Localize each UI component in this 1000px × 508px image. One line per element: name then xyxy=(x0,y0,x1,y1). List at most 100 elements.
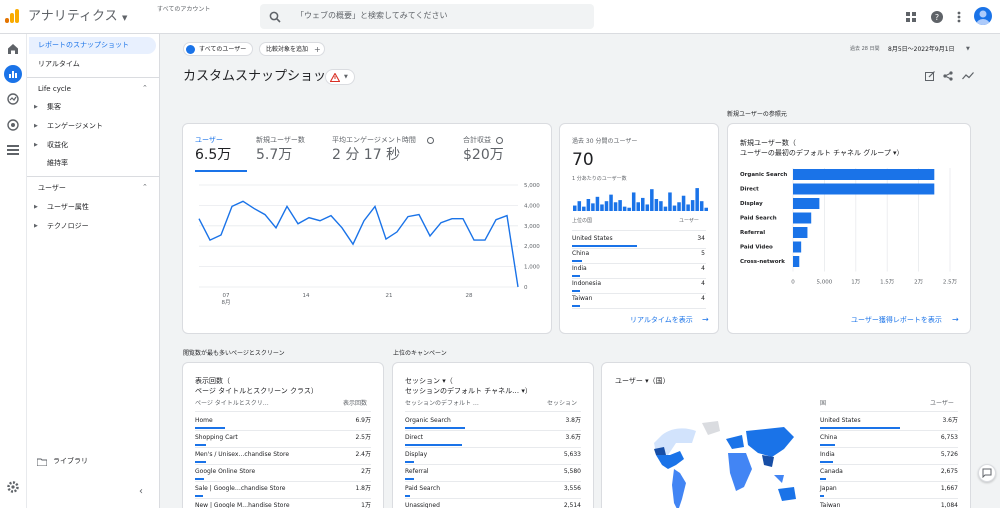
collapse-nav-icon[interactable]: ‹ xyxy=(139,487,143,497)
nav-item-library[interactable]: ライブラリ xyxy=(53,458,88,465)
row-label[interactable]: Display xyxy=(405,452,427,458)
nav-divider xyxy=(27,176,160,177)
metric-tab-users[interactable]: ユーザー 6.5万 xyxy=(195,134,247,172)
folder-icon xyxy=(36,457,48,467)
minute-bar xyxy=(591,203,595,211)
row-label[interactable]: Taiwan xyxy=(572,296,592,302)
segment-chip[interactable]: すべてのユーザー xyxy=(183,42,253,56)
row-label[interactable]: New | Google M…handise Store xyxy=(195,503,290,508)
minute-bar xyxy=(613,202,618,211)
row-value: 5,726 xyxy=(940,451,958,458)
x-tick-label: 0 xyxy=(791,280,795,286)
minute-bar xyxy=(600,204,604,211)
row-label[interactable]: United States xyxy=(572,236,613,242)
row-label[interactable]: Men's / Unisex…chandise Store xyxy=(195,452,289,458)
view-acquisition-link[interactable]: ユーザー獲得レポートを表示 xyxy=(851,317,942,324)
home-icon[interactable] xyxy=(6,42,20,56)
metric-tab-engagement[interactable]: 平均エンゲージメント時間 2 分 17 秒 xyxy=(332,134,448,172)
row-value: 1,084 xyxy=(940,502,958,508)
row-bar xyxy=(405,461,414,463)
arrow-right-icon[interactable]: → xyxy=(952,316,959,324)
apps-grid-icon[interactable] xyxy=(904,10,918,24)
card-title[interactable]: ユーザー ▾（国） xyxy=(615,378,670,385)
view-realtime-link[interactable]: リアルタイムを表示 xyxy=(630,317,693,324)
nav-item-engagement[interactable]: エンゲージメント xyxy=(47,123,103,130)
campaigns-card: セッション ▾（ セッションのデフォルト チャネル… ▾） セッションのデフォル… xyxy=(392,362,594,508)
nav-item-demographics[interactable]: ユーザー属性 xyxy=(47,204,89,211)
more-vert-icon[interactable] xyxy=(954,10,964,24)
analytics-logo[interactable] xyxy=(4,8,20,24)
feedback-button[interactable] xyxy=(978,464,996,482)
nav-item-snapshot[interactable]: レポートのスナップショット xyxy=(29,37,156,54)
collapse-user-icon[interactable]: ⌃ xyxy=(142,184,148,191)
reports-icon[interactable] xyxy=(4,65,22,83)
row-label[interactable]: Japan xyxy=(820,486,837,492)
row-label[interactable]: India xyxy=(572,266,587,272)
share-icon[interactable] xyxy=(942,70,954,82)
x-tick-label: 07 xyxy=(223,293,230,299)
card-title[interactable]: セッション ▾（ xyxy=(405,378,453,385)
row-label[interactable]: Shopping Cart xyxy=(195,435,238,441)
row-label[interactable]: Paid Search xyxy=(405,486,440,492)
row-label[interactable]: Unassigned xyxy=(405,503,440,508)
configure-icon[interactable] xyxy=(6,143,20,157)
row-label[interactable]: United States xyxy=(820,418,861,424)
nav-section-lifecycle[interactable]: Life cycle xyxy=(38,86,71,93)
row-bar xyxy=(405,444,462,446)
row-label[interactable]: Referral xyxy=(405,469,429,475)
category-label: Direct xyxy=(740,187,759,193)
nav-item-realtime[interactable]: リアルタイム xyxy=(38,61,80,68)
row-label[interactable]: China xyxy=(820,435,837,441)
row-bar xyxy=(572,260,582,262)
chart-title: 新規ユーザー数（ xyxy=(740,138,796,147)
account-label[interactable]: すべてのアカウント xyxy=(157,7,210,13)
nav-section-user[interactable]: ユーザー xyxy=(38,185,66,192)
explore-icon[interactable] xyxy=(6,92,20,106)
row-label[interactable]: Direct xyxy=(405,435,423,441)
row-label[interactable]: China xyxy=(572,251,589,257)
minute-bar xyxy=(582,206,586,211)
help-outline-icon[interactable] xyxy=(426,136,434,144)
edit-icon[interactable] xyxy=(924,70,936,82)
nav-item-tech[interactable]: テクノロジー xyxy=(47,223,89,230)
account-dropdown-icon[interactable]: ▼ xyxy=(122,15,127,22)
pages-card: 表示回数（ ページ タイトルとスクリーン クラス） ページ タイトルとスクリ… … xyxy=(182,362,384,508)
row-label[interactable]: Organic Search xyxy=(405,418,451,424)
arrow-right-icon[interactable]: → xyxy=(702,316,709,324)
row-label[interactable]: Indonesia xyxy=(572,281,601,287)
advertising-icon[interactable] xyxy=(6,118,20,132)
top-bar: アナリティクス ▼ すべてのアカウント 「ウェブの概要」と検索してみてください … xyxy=(0,0,1000,34)
row-label[interactable]: Google Online Store xyxy=(195,469,255,475)
users-line-chart: 5,000 4,000 3,000 2,000 1,000 0 07 14 21 28 8月 xyxy=(198,183,540,306)
metric-tab-revenue[interactable]: 合計収益 $20万 xyxy=(463,134,533,172)
table-row-divider xyxy=(820,498,958,499)
settings-gear-icon[interactable] xyxy=(6,480,20,494)
row-label[interactable]: Taiwan xyxy=(820,503,840,508)
nav-item-retention[interactable]: 維持率 xyxy=(47,160,68,167)
card-title[interactable]: セッションのデフォルト チャネル… ▾） xyxy=(405,388,532,395)
row-label[interactable]: Home xyxy=(195,418,213,424)
x-tick-label: 14 xyxy=(303,293,310,299)
help-icon[interactable]: ? xyxy=(930,10,944,24)
help-outline-icon[interactable] xyxy=(495,136,503,144)
metric-tab-new-users[interactable]: 新規ユーザー数 5.7万 xyxy=(256,134,322,172)
expand-arrow-icon: ▶ xyxy=(34,204,38,210)
card-title: 表示回数（ xyxy=(195,377,230,385)
row-label[interactable]: India xyxy=(820,452,835,458)
avatar[interactable] xyxy=(974,7,992,25)
search-bar[interactable]: 「ウェブの概要」と検索してみてください xyxy=(260,4,594,29)
row-value: 1万 xyxy=(361,502,371,508)
insights-icon[interactable] xyxy=(961,70,975,82)
nav-item-acquisition[interactable]: 集客 xyxy=(47,104,61,111)
date-range[interactable]: 8月5日～2022年9月1日 xyxy=(888,47,955,53)
row-label[interactable]: Canada xyxy=(820,469,843,475)
metric-label: ユーザー xyxy=(195,136,223,144)
collapse-lifecycle-icon[interactable]: ⌃ xyxy=(142,85,148,92)
row-label[interactable]: Sale | Google…chandise Store xyxy=(195,486,285,492)
metric-label: 合計収益 xyxy=(463,136,491,144)
title-menu[interactable]: ▼ xyxy=(325,69,355,85)
channel-bar xyxy=(793,169,935,180)
nav-item-monetization[interactable]: 収益化 xyxy=(47,142,68,149)
add-comparison-chip[interactable]: 比較対象を追加 + xyxy=(259,42,325,56)
date-dropdown-icon[interactable]: ▼ xyxy=(966,47,970,52)
